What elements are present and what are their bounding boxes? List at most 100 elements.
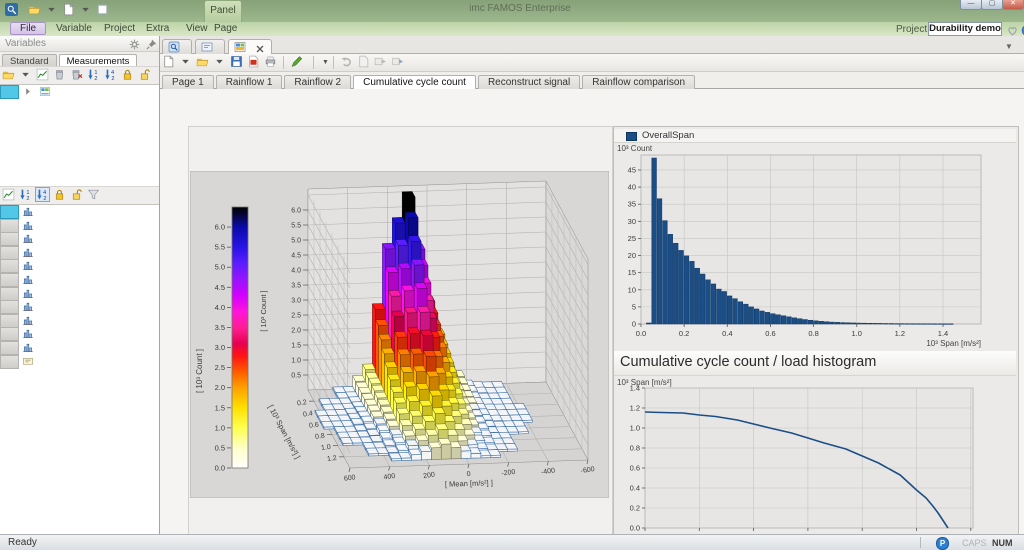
svg-text:2: 2	[26, 196, 29, 201]
page-tab-rainflow-1[interactable]: Rainflow 1	[216, 75, 283, 89]
svg-text:0.6: 0.6	[309, 421, 320, 429]
svg-text:1.4: 1.4	[938, 329, 948, 338]
pencil-icon[interactable]	[290, 55, 303, 68]
variable-row-Temp_04[interactable]	[0, 341, 159, 355]
legend-swatch	[626, 132, 637, 141]
page-tab-rainflow-2[interactable]: Rainflow 2	[284, 75, 351, 89]
save-icon[interactable]	[230, 55, 243, 68]
menu-item-extra[interactable]: Extra	[136, 22, 179, 35]
open-folder-icon[interactable]	[196, 55, 209, 68]
row-index-badge	[0, 327, 19, 341]
tab-overflow-chevron-icon[interactable]: ▼	[1005, 42, 1013, 51]
delete-all-icon[interactable]	[70, 68, 83, 81]
variable-row-a_Z_S1[interactable]	[0, 259, 159, 273]
delete-icon[interactable]	[53, 68, 66, 81]
variable-row-Temp_03[interactable]	[0, 327, 159, 341]
variable-row-a_X_S1[interactable]	[0, 205, 159, 219]
chevron-down-icon[interactable]: ▼	[322, 59, 329, 66]
sort-42-icon[interactable]: 42	[36, 188, 49, 201]
pin-icon[interactable]	[145, 38, 158, 51]
svg-text:1.2: 1.2	[895, 329, 905, 338]
page-tab-page-1[interactable]: Page 1	[162, 75, 214, 89]
expander-icon[interactable]	[22, 86, 34, 97]
chevron-down-icon[interactable]	[213, 55, 226, 68]
svg-text:0.0: 0.0	[636, 329, 646, 338]
open-folder-icon[interactable]	[28, 3, 41, 16]
measurement-icon	[39, 86, 51, 97]
new-page-icon[interactable]	[162, 55, 175, 68]
print-icon[interactable]	[264, 55, 277, 68]
waveform-icon	[22, 274, 34, 285]
window-title: imc FAMOS Enterprise	[380, 3, 660, 14]
pdf-icon[interactable]	[247, 55, 260, 68]
sort-12-icon[interactable]: 12	[87, 68, 100, 81]
lock-icon[interactable]	[53, 188, 66, 201]
close-icon[interactable]	[254, 43, 263, 52]
sort-12-icon[interactable]: 12	[19, 188, 32, 201]
ribbon-context-tab-panel[interactable]: Panel	[204, 0, 242, 22]
svg-text:0.5: 0.5	[291, 373, 301, 380]
filter-icon[interactable]	[87, 188, 100, 201]
doc-tab-browser[interactable]	[162, 39, 192, 55]
row-index-badge	[0, 287, 19, 301]
svg-text:6.0: 6.0	[215, 223, 225, 232]
chevron-down-icon[interactable]	[79, 3, 92, 16]
maximize-button[interactable]: ▢	[981, 0, 1003, 10]
variable-row-Temp_01[interactable]	[0, 300, 159, 314]
variable-row-a_Z_S2[interactable]	[0, 273, 159, 287]
svg-text:3.0: 3.0	[215, 343, 225, 352]
svg-text:2.0: 2.0	[291, 328, 301, 335]
doc-tab-input[interactable]	[195, 39, 225, 55]
svg-text:0.2: 0.2	[679, 329, 689, 338]
right-charts-widget[interactable]: OverallSpan 10³ Count0510152025303540450…	[613, 126, 1019, 550]
project-selector[interactable]: Durability demo	[928, 22, 1002, 36]
svg-text:35: 35	[628, 200, 636, 209]
new-page-icon[interactable]	[62, 3, 75, 16]
minimize-button[interactable]: —	[960, 0, 982, 10]
variable-row-RotationSpeed[interactable]	[0, 287, 159, 301]
measurement-row[interactable]	[0, 85, 159, 99]
menu-item-page[interactable]: Page	[204, 22, 247, 35]
variable-row-a_X_S2[interactable]	[0, 219, 159, 233]
variable-row-TestComment[interactable]	[0, 355, 159, 369]
svg-text:1.2: 1.2	[630, 404, 640, 413]
sort-42-icon[interactable]: 42	[104, 68, 117, 81]
frame-icon[interactable]	[96, 3, 109, 16]
close-button[interactable]: ✕	[1002, 0, 1024, 10]
menu-item-file[interactable]: File	[10, 22, 46, 35]
app-icon[interactable]	[5, 3, 18, 16]
variable-row-a_Y_S1[interactable]	[0, 232, 159, 246]
status-caps: CAPS	[962, 538, 987, 548]
page-tab-rainflow-comparison[interactable]: Rainflow comparison	[582, 75, 695, 89]
open-folder-icon[interactable]	[2, 68, 15, 81]
svg-text:3.5: 3.5	[215, 323, 225, 332]
svg-text:4.5: 4.5	[215, 283, 225, 292]
row-index-badge	[0, 300, 19, 314]
unlock-icon[interactable]	[138, 68, 151, 81]
chart-icon[interactable]	[36, 68, 49, 81]
variable-row-a_Y_S2[interactable]	[0, 246, 159, 260]
waveform-icon	[22, 206, 34, 217]
row-index-badge	[0, 273, 19, 287]
variables-list[interactable]	[0, 204, 159, 534]
measurements-list[interactable]	[0, 84, 159, 186]
unlock-icon[interactable]	[70, 188, 83, 201]
chevron-down-icon[interactable]	[179, 55, 192, 68]
waveform-icon	[22, 328, 34, 339]
page-tab-cumulative-cycle-count[interactable]: Cumulative cycle count	[353, 75, 476, 90]
overall-span-bar-chart[interactable]: 10³ Count0510152025303540450.00.20.40.60…	[614, 142, 1016, 351]
rainflow-3d-widget[interactable]: 0.00.51.01.52.02.53.03.54.04.55.05.56.0[…	[188, 126, 613, 550]
chevron-down-icon[interactable]	[45, 3, 58, 16]
chart-icon[interactable]	[2, 188, 15, 201]
svg-text:0.6: 0.6	[765, 329, 775, 338]
svg-text:0.6: 0.6	[630, 464, 640, 473]
gear-icon[interactable]	[128, 38, 141, 51]
variable-row-Temp_02[interactable]	[0, 314, 159, 328]
title-bar: imc FAMOS Enterprise — ▢ ✕	[0, 0, 1024, 22]
lock-icon[interactable]	[121, 68, 134, 81]
rainflow-3d-chart[interactable]: 0.00.51.01.52.02.53.03.54.04.55.05.56.0[…	[190, 171, 609, 498]
chevron-down-icon[interactable]	[19, 68, 32, 81]
page-tab-reconstruct-signal[interactable]: Reconstruct signal	[478, 75, 580, 89]
waveform-icon	[22, 342, 34, 353]
cumulative-line-chart[interactable]: 10³ Span [m/s²]0.00.20.40.60.81.01.21.41…	[614, 375, 1016, 550]
